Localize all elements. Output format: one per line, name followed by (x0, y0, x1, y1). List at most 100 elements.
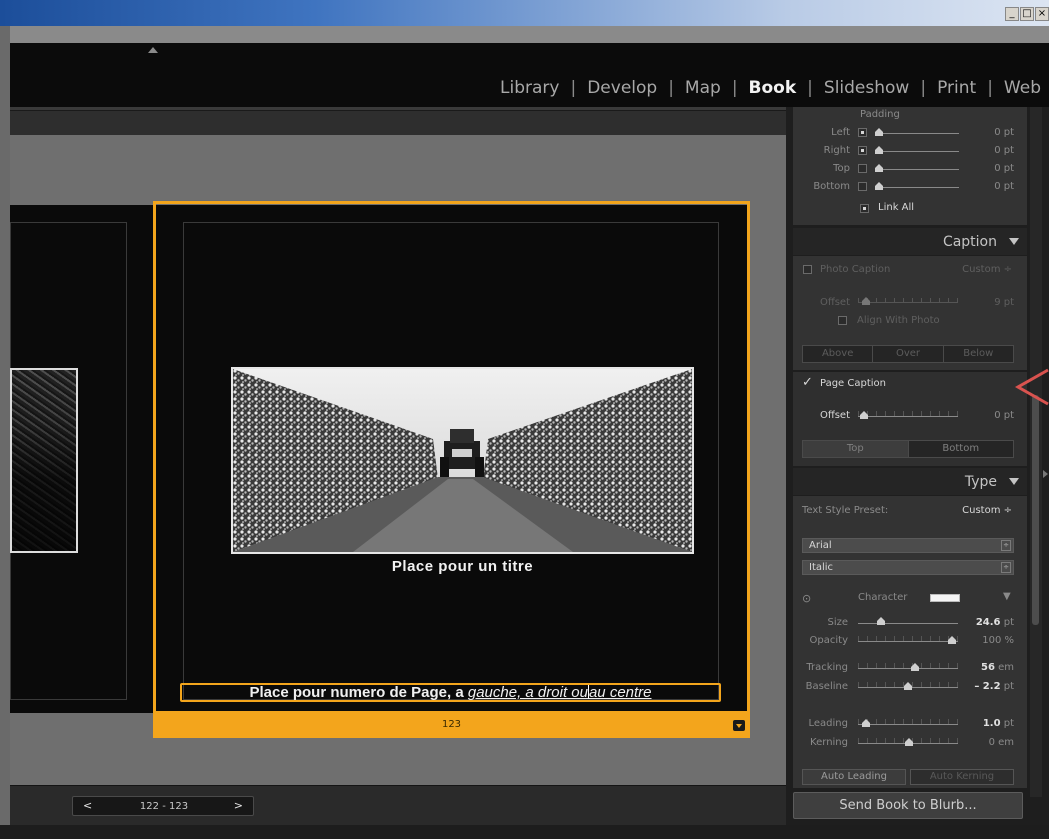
padding-left-thumb[interactable] (875, 128, 883, 136)
next-page-button[interactable]: > (234, 799, 243, 812)
module-map[interactable]: Map (685, 78, 721, 98)
size-number: 24.6 (975, 617, 1001, 628)
lightroom-window: _ □ × Library | Develop | Map | Book | S… (0, 0, 1049, 839)
kerning-label: Kerning (810, 737, 848, 748)
padding-bottom-thumb[interactable] (875, 182, 883, 190)
collapse-top-panel-icon[interactable] (148, 47, 158, 53)
maximize-button[interactable]: □ (1020, 7, 1034, 21)
tracking-slider[interactable] (858, 668, 958, 669)
baseline-thumb[interactable] (904, 682, 912, 690)
page-number-bar: 123 (153, 714, 750, 738)
leading-thumb[interactable] (862, 719, 870, 727)
leading-unit: pt (1003, 718, 1014, 729)
link-all-label[interactable]: Link All (878, 202, 914, 213)
caption-above-button[interactable]: Above (803, 346, 874, 362)
page-caption-top-button[interactable]: Top (803, 441, 909, 457)
size-thumb[interactable] (877, 617, 885, 625)
size-label: Size (827, 617, 848, 628)
padding-bottom-slider[interactable] (875, 187, 959, 188)
module-slideshow[interactable]: Slideshow (824, 78, 909, 98)
caption-below-button[interactable]: Below (944, 346, 1013, 362)
photo-offset-label: Offset (819, 297, 850, 308)
close-button[interactable]: × (1035, 7, 1049, 21)
padding-top-label: Top (833, 163, 850, 174)
module-separator: | (920, 78, 927, 98)
page-offset-value: 0 pt (994, 410, 1014, 421)
caption-panel-header[interactable]: Caption (793, 228, 1027, 255)
module-picker: Library | Develop | Map | Book | Slidesh… (500, 78, 1041, 98)
size-slider[interactable] (858, 623, 958, 624)
page-menu-icon[interactable] (733, 720, 745, 731)
module-web[interactable]: Web (1004, 78, 1041, 98)
module-book[interactable]: Book (749, 78, 797, 98)
photo-caption-preset[interactable]: Custom ÷ (940, 264, 1012, 275)
kerning-thumb[interactable] (905, 738, 913, 746)
type-panel-header[interactable]: Type (793, 468, 1027, 495)
padding-right-slider[interactable] (875, 151, 959, 152)
caption-over-button[interactable]: Over (873, 346, 944, 362)
auto-leading-button[interactable]: Auto Leading (802, 769, 906, 785)
link-all-checkbox[interactable] (860, 204, 869, 213)
panel-scroll-thumb[interactable] (1032, 395, 1039, 625)
leading-slider[interactable] (858, 724, 958, 725)
padding-bottom-value: 0 pt (994, 181, 1014, 192)
send-book-to-blurb-button[interactable]: Send Book to Blurb... (793, 792, 1023, 819)
module-separator: | (807, 78, 813, 98)
font-family-value: Arial (809, 540, 832, 551)
leading-number: 1.0 (982, 718, 1001, 729)
page-caption-bottom-button[interactable]: Bottom (909, 441, 1014, 457)
padding-right-thumb[interactable] (875, 146, 883, 154)
leading-label: Leading (808, 718, 849, 729)
padding-top-thumb[interactable] (875, 164, 883, 172)
collapse-right-panel-icon[interactable] (1043, 470, 1048, 478)
align-with-photo-label: Align With Photo (857, 315, 940, 326)
size-value: 24.6 pt (960, 617, 1014, 628)
padding-left-slider[interactable] (875, 133, 959, 134)
tracking-label: Tracking (806, 662, 848, 673)
module-library[interactable]: Library (500, 78, 559, 98)
opacity-thumb[interactable] (948, 636, 956, 644)
left-page-photo[interactable] (10, 368, 78, 553)
module-print[interactable]: Print (937, 78, 976, 98)
padding-title: Padding (860, 109, 900, 120)
photo-offset-thumb[interactable] (862, 297, 870, 305)
padding-top-slider[interactable] (875, 169, 959, 170)
photo-caption-label: Photo Caption (820, 264, 891, 275)
module-develop[interactable]: Develop (587, 78, 657, 98)
selected-page-outline (153, 201, 750, 714)
font-style-select[interactable]: Italic ÷ (802, 560, 1014, 575)
window-controls: _ □ × (1005, 7, 1049, 21)
opacity-slider[interactable] (858, 641, 958, 642)
page-offset-slider[interactable] (858, 416, 958, 417)
photo-offset-slider[interactable] (858, 302, 958, 303)
type-collapse-icon[interactable] (1009, 478, 1019, 485)
page-offset-thumb[interactable] (860, 411, 868, 419)
character-label: Character (858, 592, 908, 603)
page-caption-check-icon[interactable]: ✓ (802, 375, 813, 390)
baseline-unit: pt (1003, 681, 1014, 692)
module-separator: | (731, 78, 738, 98)
tracking-thumb[interactable] (911, 663, 919, 671)
photo-caption-position: Above Over Below (802, 345, 1014, 363)
padding-right-label: Right (823, 145, 850, 156)
page-caption-italic-1: gauche, a droit ou (467, 684, 588, 701)
padding-left-label: Left (831, 127, 850, 138)
text-style-preset-value[interactable]: Custom ÷ (940, 505, 1012, 516)
minimize-button[interactable]: _ (1005, 7, 1019, 21)
photo-caption-checkbox[interactable] (803, 265, 812, 274)
caption-collapse-icon[interactable] (1009, 238, 1019, 245)
page-navigator: < 122 - 123 > (72, 796, 254, 816)
opacity-label: Opacity (809, 635, 848, 646)
padding-right-checkbox[interactable] (858, 146, 867, 155)
auto-kerning-button[interactable]: Auto Kerning (910, 769, 1014, 785)
page-caption-text[interactable]: Place pour numero de Page, a gauche, a d… (180, 684, 721, 701)
character-color-swatch[interactable] (930, 594, 960, 602)
padding-bottom-checkbox[interactable] (858, 182, 867, 191)
align-with-photo-checkbox[interactable] (838, 316, 847, 325)
character-expand-icon[interactable]: ▼ (1003, 591, 1011, 602)
padding-left-checkbox[interactable] (858, 128, 867, 137)
padding-top-checkbox[interactable] (858, 164, 867, 173)
target-adjust-icon[interactable]: ⊙ (802, 592, 811, 605)
baseline-label: Baseline (805, 681, 848, 692)
font-family-select[interactable]: Arial ÷ (802, 538, 1014, 553)
